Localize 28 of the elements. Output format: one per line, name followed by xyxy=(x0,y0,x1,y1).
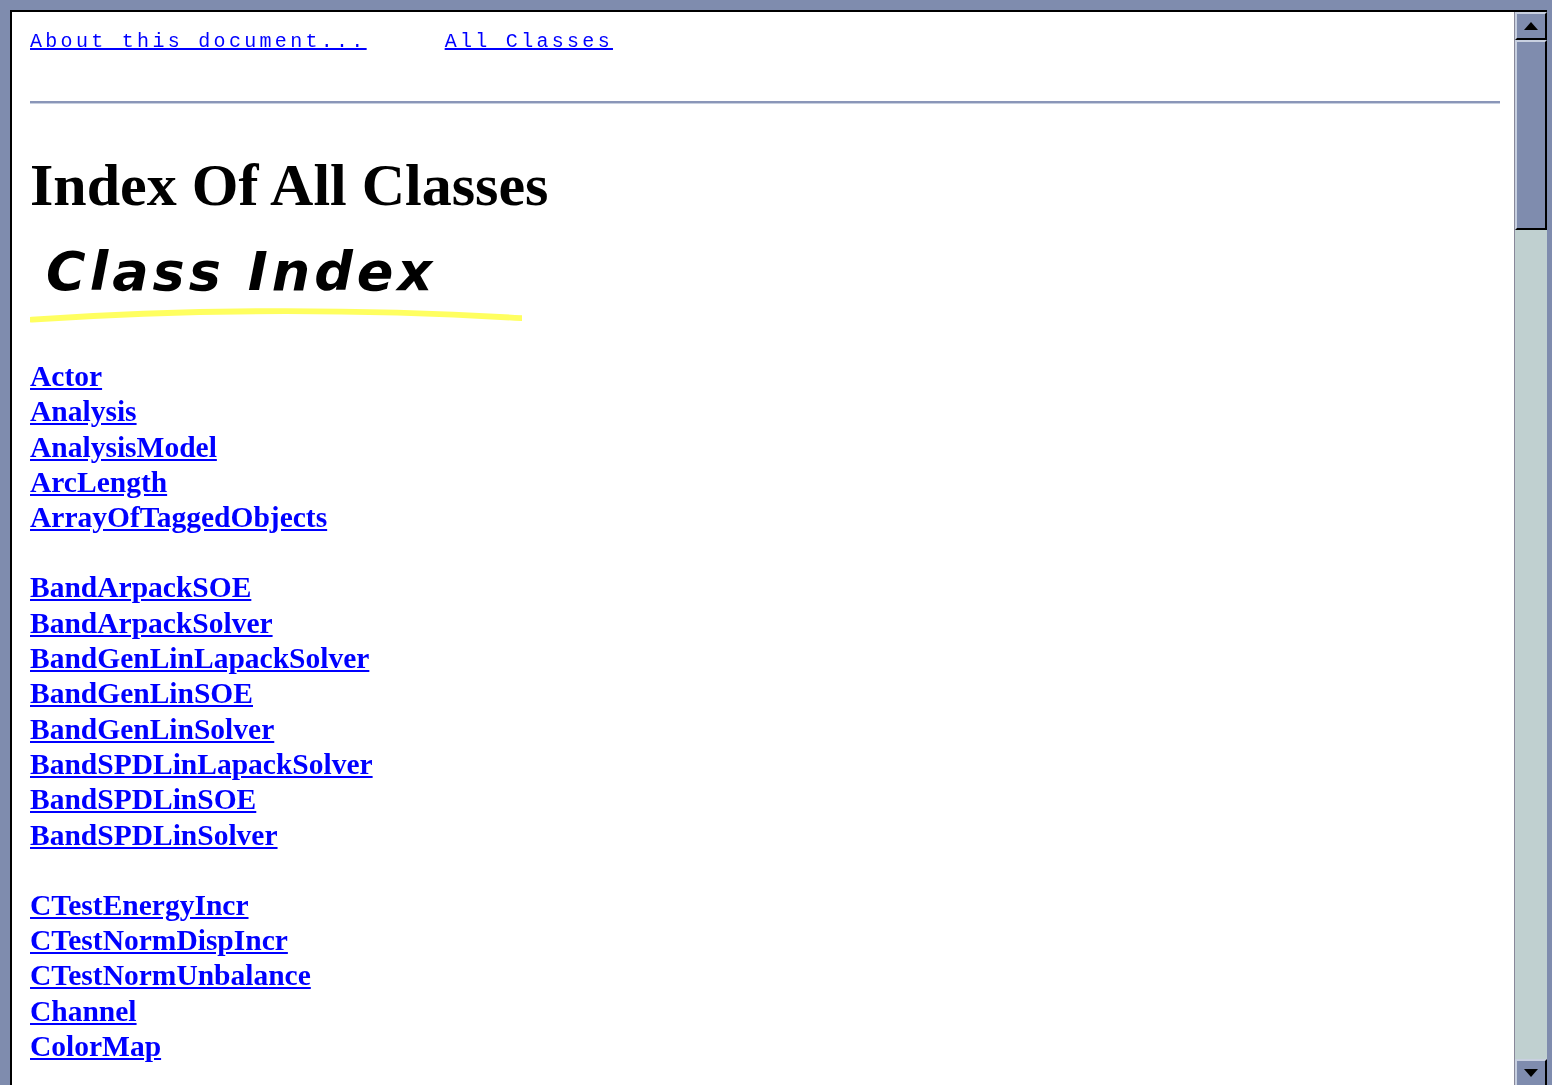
class-link[interactable]: Analysis xyxy=(30,394,137,430)
class-link[interactable]: BandGenLinSOE xyxy=(30,676,253,712)
class-link[interactable]: Channel xyxy=(30,993,137,1030)
class-link[interactable]: BandSPDLinSolver xyxy=(30,817,278,853)
class-link[interactable]: CTestNormDispIncr xyxy=(30,923,288,959)
class-link[interactable]: BandSPDLinSOE xyxy=(30,782,257,818)
class-link[interactable]: ColorMap xyxy=(30,1029,162,1065)
scroll-up-button[interactable] xyxy=(1515,12,1547,40)
class-link[interactable]: BandGenLinLapackSolver xyxy=(30,641,370,677)
class-link[interactable]: BandSPDLinLapackSolver xyxy=(30,746,373,783)
class-link[interactable]: CTestEnergyIncr xyxy=(30,887,249,924)
class-link[interactable]: BandArpackSolver xyxy=(30,605,273,642)
class-link[interactable]: ArcLength xyxy=(30,464,168,501)
class-link[interactable]: BandArpackSOE xyxy=(30,570,252,606)
class-link[interactable]: AnalysisModel xyxy=(30,429,217,465)
scrollbar[interactable] xyxy=(1514,12,1547,1085)
up-triangle-icon xyxy=(1524,22,1538,30)
class-link[interactable]: Actor xyxy=(30,359,103,395)
class-index-logo: Class Index xyxy=(30,240,525,324)
scroll-down-button[interactable] xyxy=(1515,1059,1547,1085)
page-heading: Index Of All Classes xyxy=(30,152,550,218)
down-triangle-icon xyxy=(1524,1069,1538,1077)
class-link[interactable]: ArrayOfTaggedObjects xyxy=(30,500,328,536)
nav-link[interactable]: About this document... xyxy=(30,30,367,53)
nav-link[interactable]: All Classes xyxy=(444,30,613,53)
class-link[interactable]: BandGenLinSolver xyxy=(30,711,275,747)
scroll-thumb[interactable] xyxy=(1515,40,1547,230)
class-link[interactable]: CTestNormUnbalance xyxy=(30,958,311,994)
